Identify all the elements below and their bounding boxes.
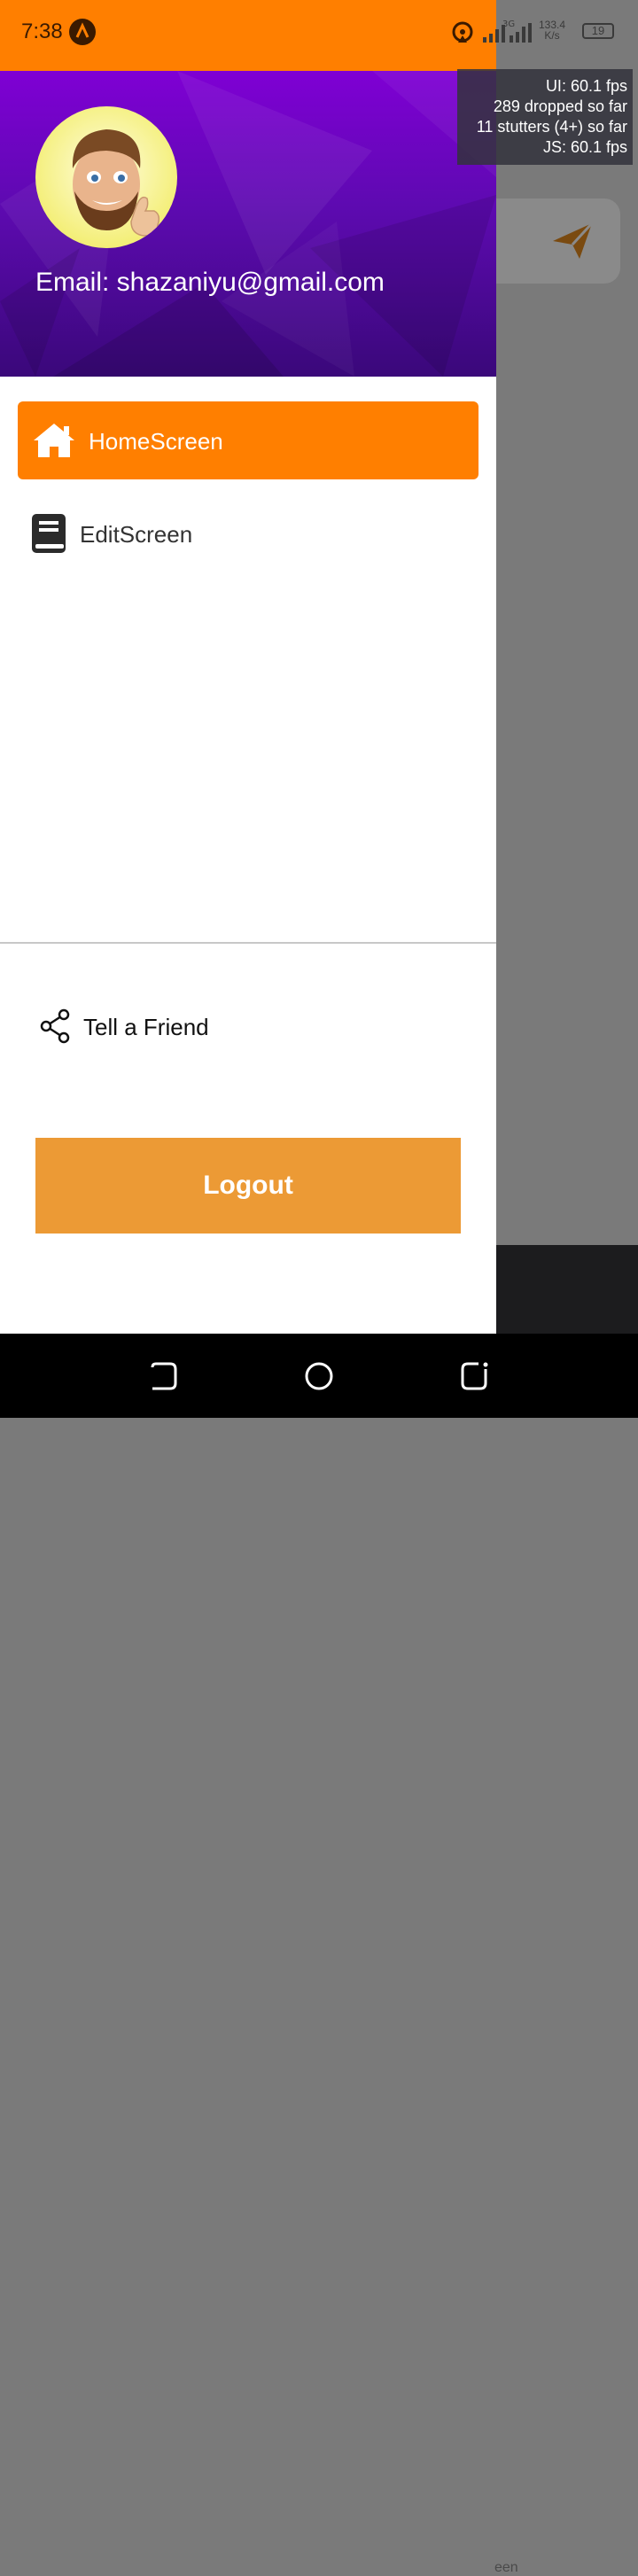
battery-icon: 19 xyxy=(582,23,614,39)
network-speed-unit: K/s xyxy=(544,29,560,42)
book-icon xyxy=(32,514,66,553)
send-icon xyxy=(553,222,594,259)
battery-level: 19 xyxy=(591,24,605,37)
perf-monitor: UI: 60.1 fps 289 dropped so far 11 stutt… xyxy=(457,69,633,165)
avatar[interactable] xyxy=(35,106,177,248)
home-icon xyxy=(34,424,74,457)
perf-stutters: 11 stutters (4+) so far xyxy=(476,118,627,136)
drawer-divider xyxy=(0,942,496,944)
drawer-header: Email: shazaniyu@gmail.com xyxy=(0,71,496,377)
share-icon xyxy=(40,1008,70,1044)
drawer-item-label: HomeScreen xyxy=(89,428,223,455)
hotspot-icon xyxy=(452,21,473,43)
user-email: Email: shazaniyu@gmail.com xyxy=(35,268,385,297)
app-notification-icon xyxy=(69,19,96,45)
drawer-item-editscreen[interactable]: EditScreen xyxy=(18,494,478,572)
tell-a-friend-button[interactable]: Tell a Friend xyxy=(39,1008,305,1047)
status-time: 7:38 xyxy=(21,19,63,43)
status-bar: 7:38 3G xyxy=(0,0,532,71)
home-button-icon[interactable] xyxy=(303,1360,335,1392)
drawer-item-label: EditScreen xyxy=(80,521,193,548)
tell-a-friend-label: Tell a Friend xyxy=(83,1014,209,1040)
perf-ui-fps: UI: 60.1 fps xyxy=(545,77,627,95)
recents-icon[interactable] xyxy=(459,1360,491,1392)
navigation-drawer: Email: shazaniyu@gmail.com HomeScreen Ed… xyxy=(0,71,496,1334)
signal-icon-2: 3G xyxy=(502,19,532,43)
memoji-avatar-icon xyxy=(72,129,160,237)
perf-js-fps: JS: 60.1 fps xyxy=(542,138,627,156)
network-speed: 133.4 K/s xyxy=(539,19,565,41)
perf-dropped: 289 dropped so far xyxy=(493,97,627,115)
back-icon[interactable] xyxy=(147,1360,179,1392)
background-tab-label: een xyxy=(494,2560,518,2575)
logout-button[interactable]: Logout xyxy=(35,1138,461,1234)
system-navigation-bar xyxy=(0,1334,638,1418)
drawer-item-homescreen[interactable]: HomeScreen xyxy=(18,401,478,479)
svg-text:3G: 3G xyxy=(502,19,515,29)
